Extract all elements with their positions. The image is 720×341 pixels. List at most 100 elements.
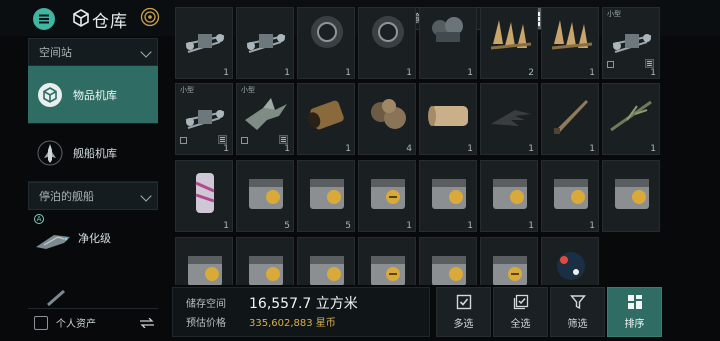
- docked-ships-section-header[interactable]: 停泊的舰船: [28, 182, 158, 210]
- sidebar-item-ship-hangar[interactable]: 舰船机库: [28, 124, 158, 182]
- crate-item-image: [615, 179, 649, 209]
- grid-item[interactable]: 1: [541, 83, 599, 155]
- filter-button[interactable]: 筛选: [550, 287, 605, 337]
- price-value: 335,602,883 星币: [249, 318, 336, 329]
- sort-button[interactable]: 排序: [607, 287, 662, 337]
- docked-section-label: 停泊的舰船: [39, 190, 94, 203]
- ship-name: 净化级: [78, 232, 111, 245]
- item-quantity: 1: [345, 68, 351, 78]
- check-square-icon: [456, 294, 471, 310]
- crate-item-image: [432, 256, 466, 285]
- grid-item[interactable]: [175, 237, 233, 285]
- crate2-item-image: [371, 256, 405, 285]
- crate-item-image: [188, 256, 222, 285]
- grid-item[interactable]: 1: [297, 7, 355, 79]
- item-size-tag: 小型: [607, 10, 621, 18]
- grid-item[interactable]: [236, 237, 294, 285]
- double-check-icon: [513, 294, 528, 310]
- drone-item-image: [185, 34, 225, 53]
- target-icon[interactable]: [140, 7, 160, 27]
- grid-item[interactable]: [480, 237, 538, 285]
- station-section-label: 空间站: [39, 46, 72, 59]
- grid-item[interactable]: 1: [175, 160, 233, 232]
- sort-grid-icon: [627, 295, 642, 309]
- missiles-item-image: [490, 20, 532, 50]
- select-all-label: 全选: [510, 319, 531, 330]
- ship-thumbnail: [36, 235, 70, 249]
- turret-item-image: [311, 16, 343, 48]
- crate-item-image: [310, 179, 344, 209]
- item-quantity: 1: [223, 144, 229, 154]
- grid-item[interactable]: 1: [419, 83, 477, 155]
- item-quantity: 1: [589, 221, 595, 231]
- grid-item[interactable]: [419, 237, 477, 285]
- station-section-header[interactable]: 空间站: [28, 38, 158, 66]
- drone-item-image: [246, 34, 286, 53]
- ship-hangar-icon: [37, 140, 63, 166]
- sidebar: 空间站 物品机库 舰船机库 停泊的舰船 A 净化级 个人资产: [28, 38, 158, 341]
- grid-item[interactable]: 1: [297, 83, 355, 155]
- action-bar: 多选 全选 筛选 排序: [436, 287, 662, 337]
- page-title: 仓库: [92, 12, 128, 32]
- ship-thumbnail: [47, 289, 65, 307]
- personal-assets-button[interactable]: 个人资产: [28, 308, 158, 336]
- item-quantity: 1: [528, 144, 534, 154]
- menu-icon[interactable]: [33, 8, 55, 30]
- grid-item[interactable]: 1: [175, 7, 233, 79]
- grid-item[interactable]: 1: [419, 7, 477, 79]
- crate-item-image: [554, 179, 588, 209]
- grid-item[interactable]: 1: [541, 160, 599, 232]
- sidebar-item-label: 物品机库: [73, 88, 117, 102]
- grid-item[interactable]: 1: [541, 7, 599, 79]
- crate-item-image: [249, 179, 283, 209]
- grid-item[interactable]: [602, 160, 660, 232]
- rocks-item-image: [371, 99, 406, 129]
- grid-item[interactable]: 小型 1: [175, 83, 233, 155]
- multi-select-button[interactable]: 多选: [436, 287, 491, 337]
- item-size-tag: 小型: [180, 86, 194, 94]
- assets-box-icon: [34, 315, 48, 330]
- bird-item-image: [245, 98, 287, 130]
- grid-item[interactable]: 2: [480, 7, 538, 79]
- grid-item[interactable]: 小型 1: [602, 7, 660, 79]
- grid-item[interactable]: [541, 237, 599, 285]
- missiles-item-image: [551, 20, 593, 50]
- item-quantity: 5: [284, 221, 290, 231]
- barrel-item-image: [307, 100, 344, 130]
- grid-item[interactable]: 1: [236, 7, 294, 79]
- twig-item-image: [610, 100, 652, 132]
- warehouse-icon: [73, 9, 89, 27]
- grid-item[interactable]: 1: [419, 160, 477, 232]
- grid-item[interactable]: [297, 237, 355, 285]
- claw-item-image: [491, 110, 531, 126]
- grid-item[interactable]: 5: [236, 160, 294, 232]
- item-level-icon: [279, 135, 288, 144]
- select-all-button[interactable]: 全选: [493, 287, 548, 337]
- crate2-item-image: [493, 256, 527, 285]
- grid-item[interactable]: 1: [480, 83, 538, 155]
- item-quantity: 1: [223, 221, 229, 231]
- item-quantity: 1: [223, 68, 229, 78]
- chevron-down-icon: [140, 46, 152, 58]
- item-quantity: 1: [528, 221, 534, 231]
- cluster-item-image: [432, 17, 463, 42]
- grid-item[interactable]: 1: [358, 7, 416, 79]
- grid-item[interactable]: 1: [480, 160, 538, 232]
- turret-item-image: [372, 16, 404, 48]
- item-size-tag: 小型: [241, 86, 255, 94]
- item-check-icon: [241, 137, 248, 144]
- grid-item[interactable]: 4: [358, 83, 416, 155]
- grid-item[interactable]: 5: [297, 160, 355, 232]
- sidebar-item-ship[interactable]: A 净化级: [28, 210, 158, 266]
- item-check-icon: [180, 137, 187, 144]
- grid-item[interactable]: [358, 237, 416, 285]
- grid-item[interactable]: 1: [602, 83, 660, 155]
- item-quantity: 1: [406, 68, 412, 78]
- grid-item[interactable]: 小型 1: [236, 83, 294, 155]
- swap-icon[interactable]: [140, 318, 154, 328]
- item-quantity: 5: [345, 221, 351, 231]
- drone-item-image: [612, 34, 652, 53]
- crate-item-image: [310, 256, 344, 285]
- sidebar-item-item-hangar[interactable]: 物品机库: [28, 66, 158, 124]
- grid-item[interactable]: 1: [358, 160, 416, 232]
